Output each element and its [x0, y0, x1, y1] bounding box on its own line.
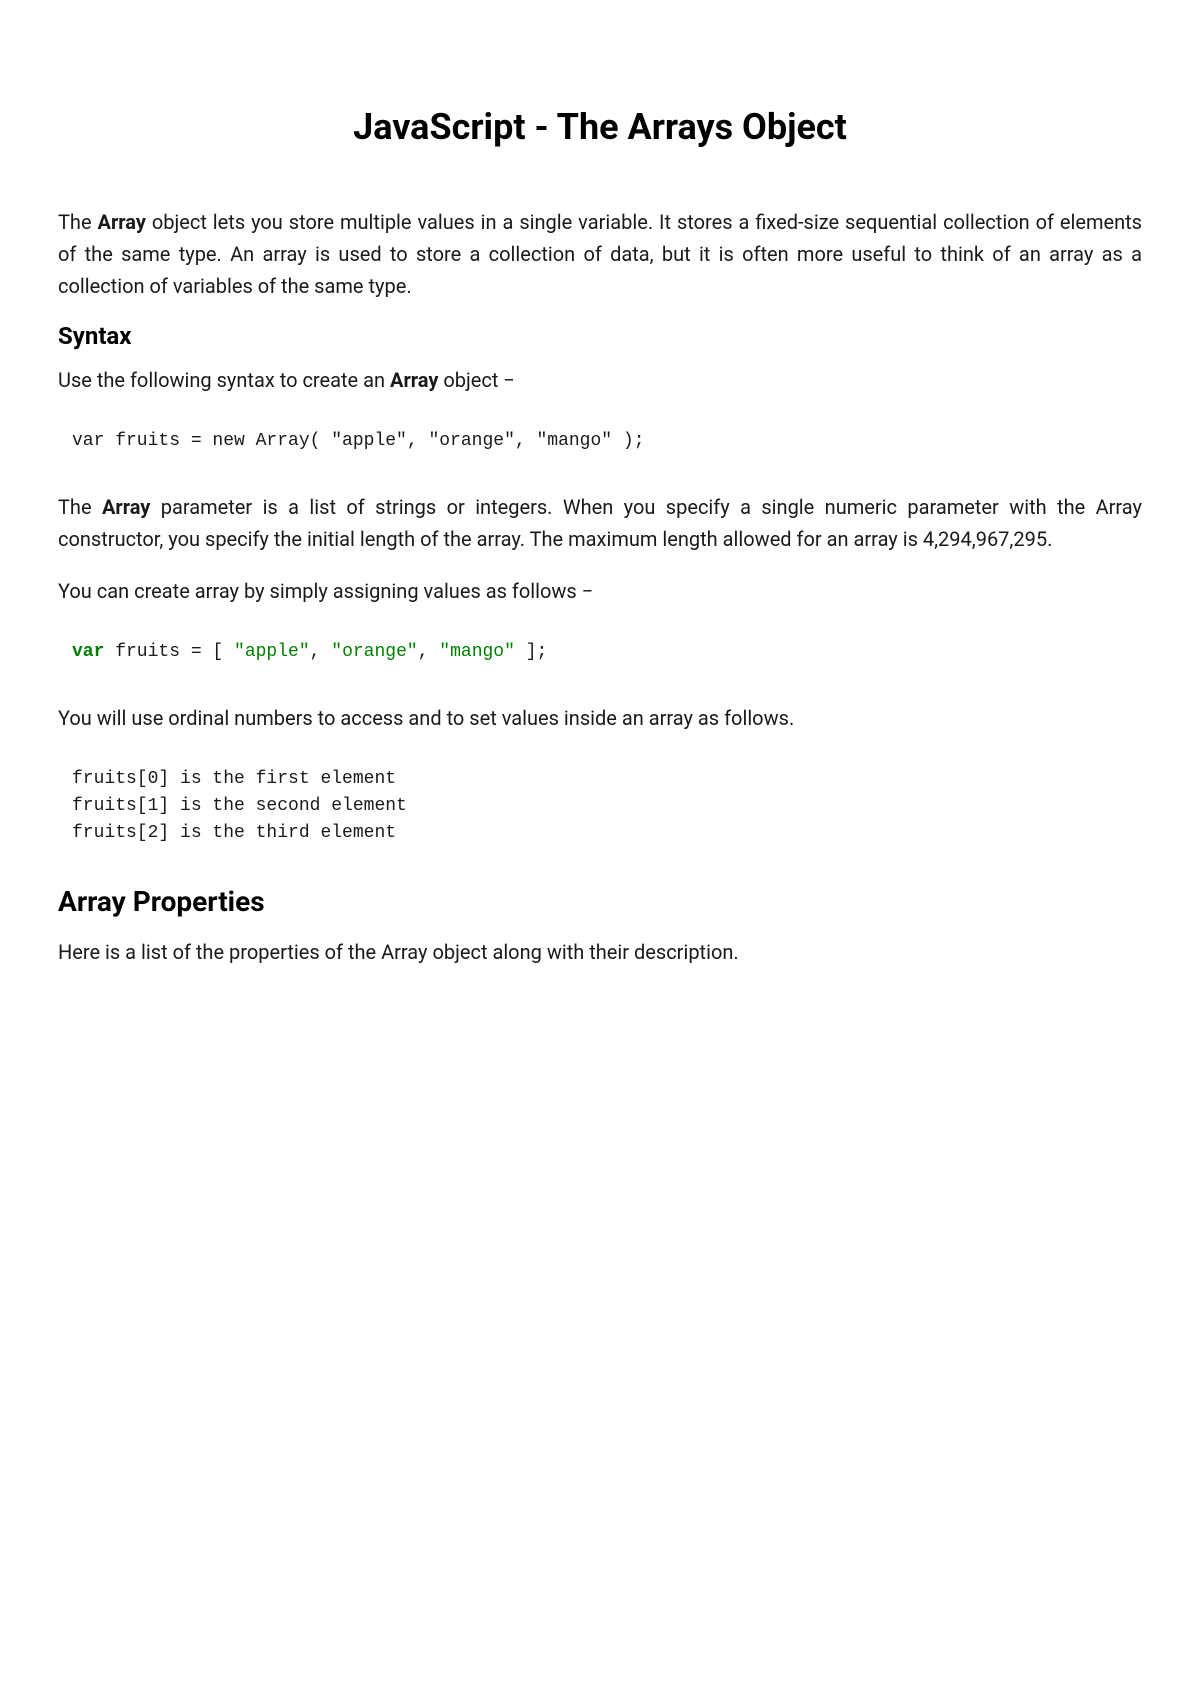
code-block-3: fruits[0] is the first element fruits[1]… [58, 754, 1142, 859]
code2-mid: fruits = [ [104, 642, 234, 662]
syntax-intro: Use the following syntax to create an Ar… [58, 364, 1142, 396]
syntax-para2-prefix: The [58, 495, 102, 519]
syntax-para3: You can create array by simply assigning… [58, 575, 1142, 607]
syntax-intro-bold: Array [390, 368, 438, 392]
syntax-para2-bold: Array [102, 495, 150, 519]
code2-keyword: var [72, 642, 104, 662]
code2-s3: "mango" [439, 642, 515, 662]
code2-s2: "orange" [331, 642, 417, 662]
intro-suffix: object lets you store multiple values in… [58, 210, 1142, 298]
code2-c2: , [418, 642, 440, 662]
syntax-intro-suffix: object − [438, 368, 514, 392]
properties-intro: Here is a list of the properties of the … [58, 936, 1142, 968]
code2-s1: "apple" [234, 642, 310, 662]
syntax-para4: You will use ordinal numbers to access a… [58, 702, 1142, 734]
intro-prefix: The [58, 210, 98, 234]
syntax-intro-prefix: Use the following syntax to create an [58, 368, 390, 392]
syntax-para2-suffix: parameter is a list of strings or intege… [58, 495, 1142, 551]
page-title: JavaScript - The Arrays Object [58, 106, 1142, 148]
intro-bold: Array [98, 210, 146, 234]
code-block-2: var fruits = [ "apple", "orange", "mango… [58, 627, 1142, 678]
code-block-1: var fruits = new Array( "apple", "orange… [58, 416, 1142, 467]
code2-c1: , [310, 642, 332, 662]
code2-end: ]; [515, 642, 547, 662]
syntax-heading: Syntax [58, 322, 1142, 350]
properties-heading: Array Properties [58, 885, 1142, 918]
intro-paragraph: The Array object lets you store multiple… [58, 206, 1142, 302]
syntax-para2: The Array parameter is a list of strings… [58, 491, 1142, 555]
